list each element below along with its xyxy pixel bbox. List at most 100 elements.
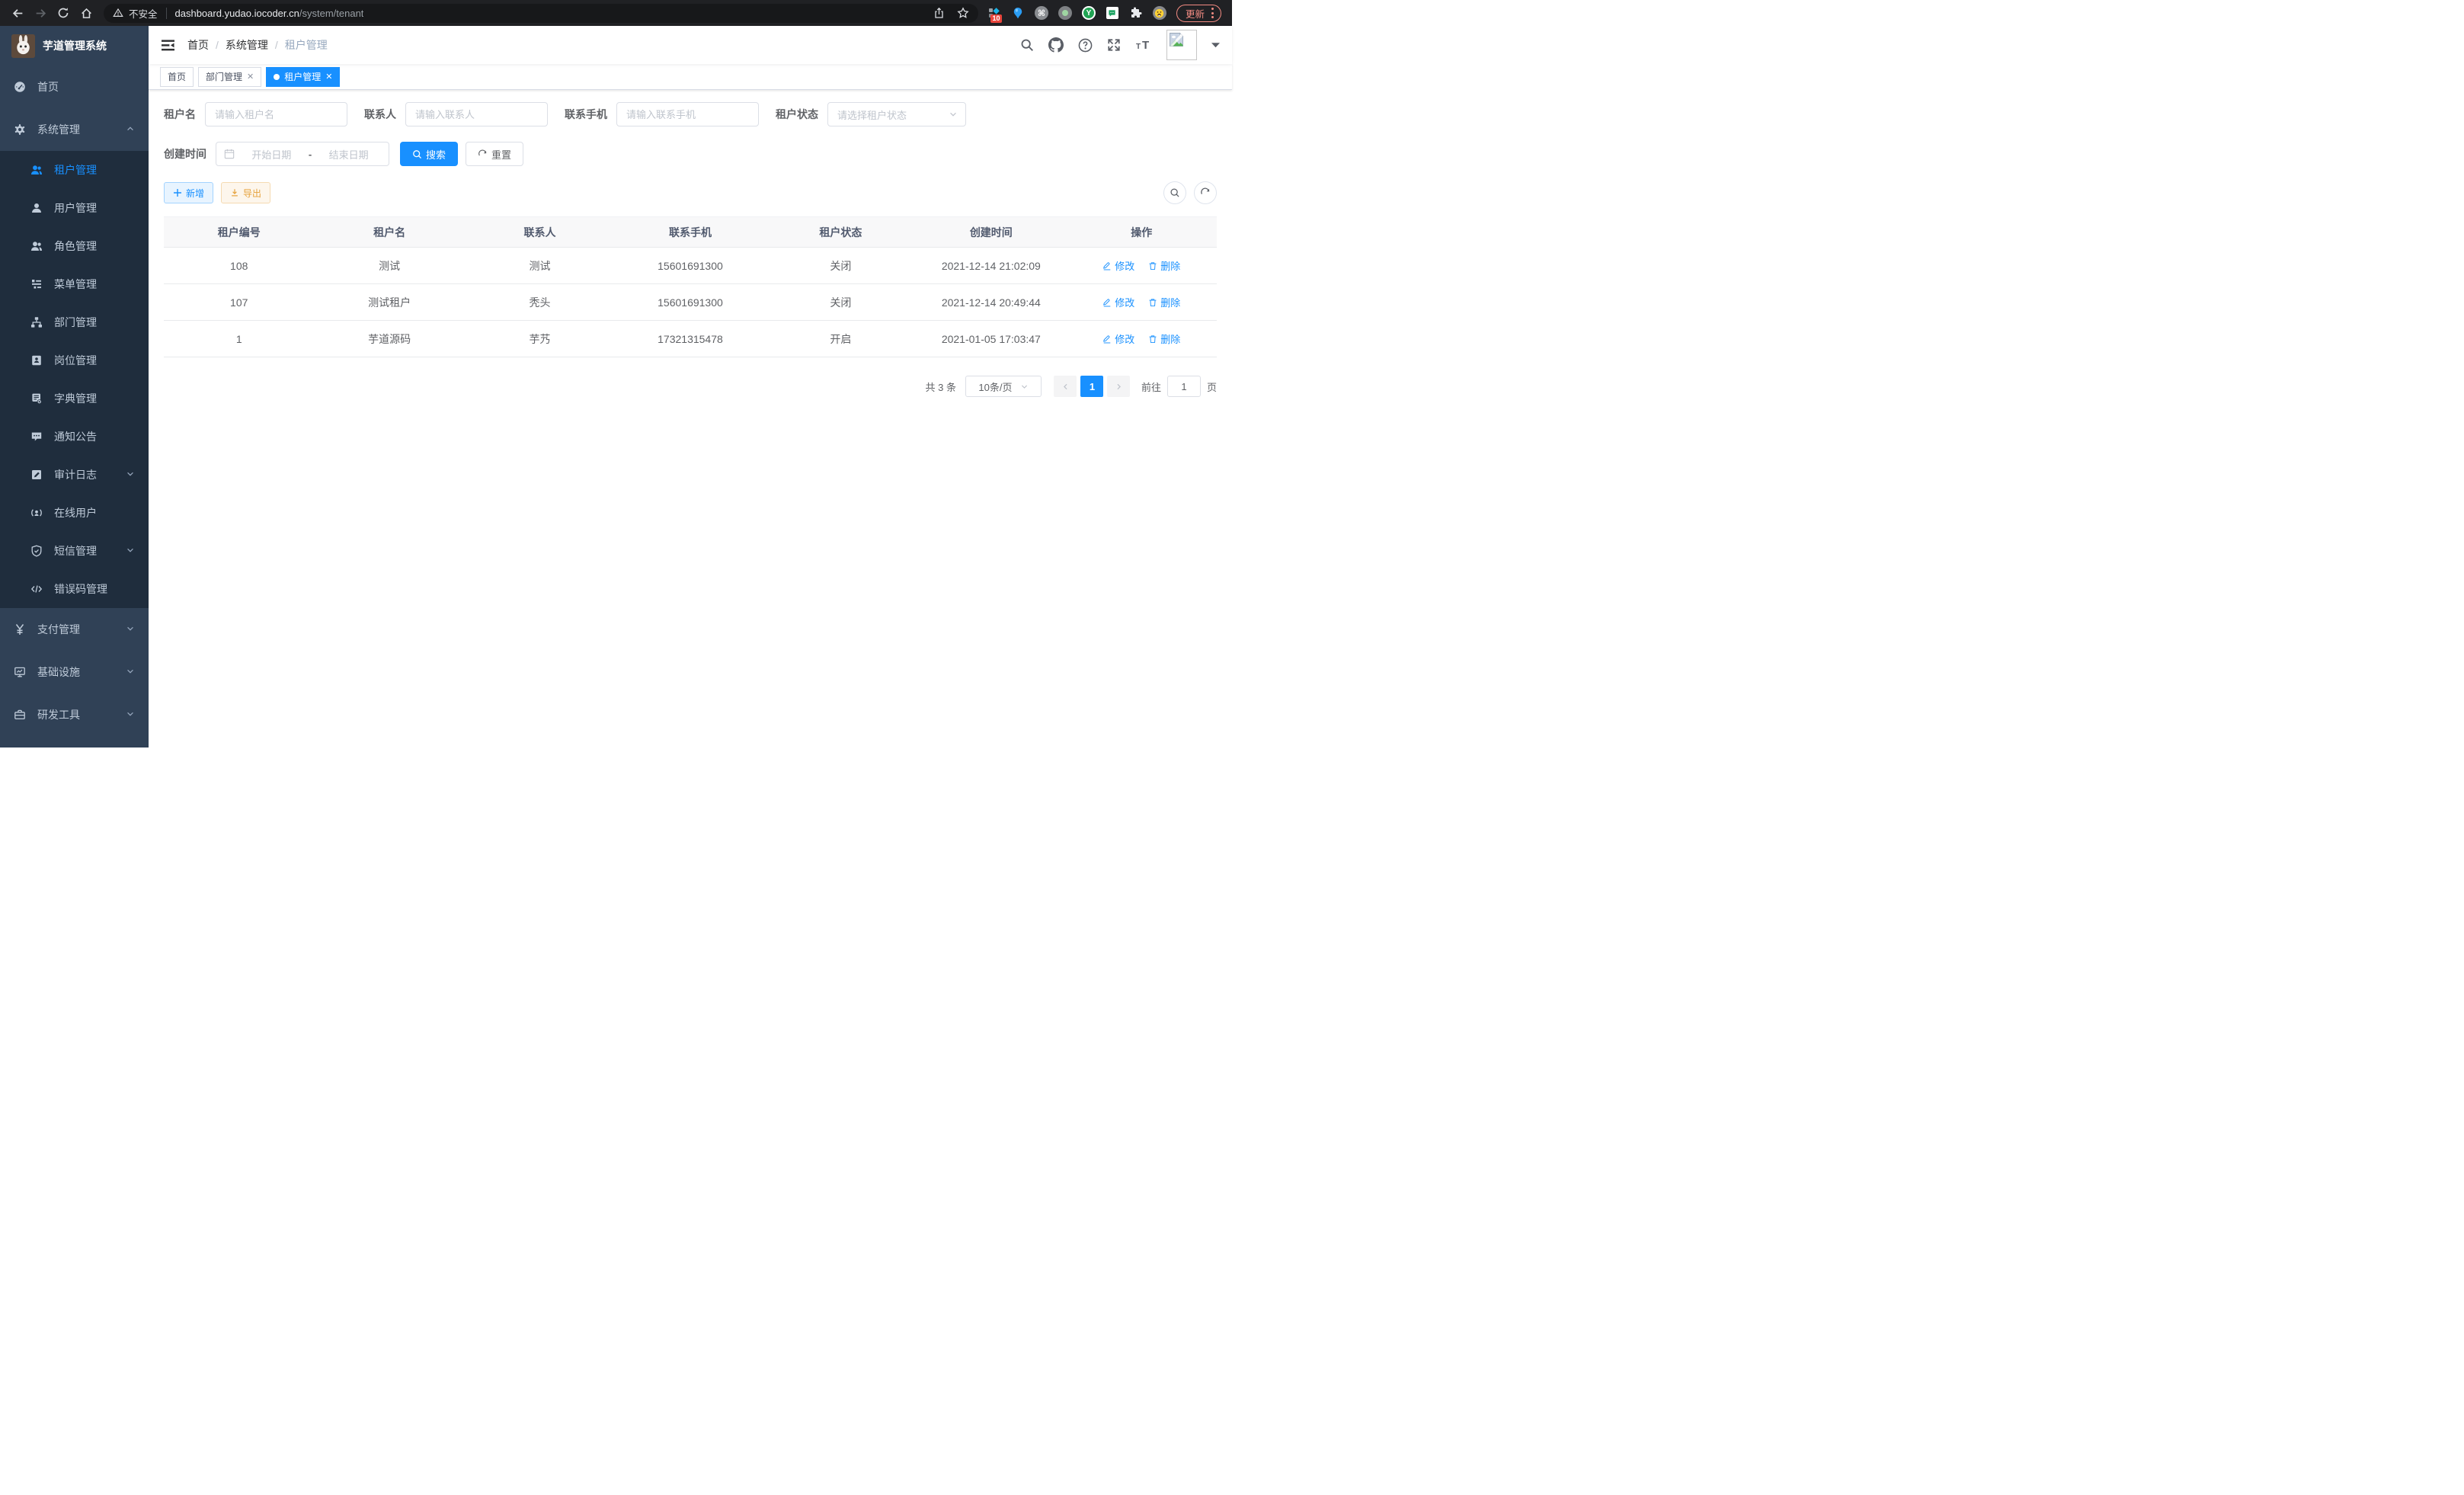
edit-link[interactable]: 修改 [1102,295,1134,309]
delete-link[interactable]: 删除 [1148,331,1180,346]
breadcrumb-home[interactable]: 首页 [187,37,209,53]
browser-home-icon[interactable] [76,3,96,23]
sidebar-item-sms[interactable]: 短信管理 [0,532,149,570]
sidebar-item-notice[interactable]: 通知公告 [0,418,149,456]
sidebar-item-post[interactable]: 岗位管理 [0,341,149,379]
goto-page-input[interactable] [1167,376,1201,397]
date-range-picker[interactable]: 开始日期 - 结束日期 [216,142,389,166]
browser-back-icon[interactable] [8,3,27,23]
cell-tenant-id: 1 [164,321,314,357]
table-header-row: 租户编号 租户名 联系人 联系手机 租户状态 创建时间 操作 [164,217,1217,248]
delete-link[interactable]: 删除 [1148,295,1180,309]
status-label: 租户状态 [776,107,818,122]
pagination-total: 共 3 条 [926,379,956,394]
extensions-puzzle-icon[interactable] [1129,6,1143,20]
sidebar-item-system[interactable]: 系统管理 [0,108,149,151]
browser-toolbar: 不安全 dashboard.yudao.iocoder.cn/system/te… [0,0,1232,26]
sidebar-item-home[interactable]: 首页 [0,66,149,108]
status-placeholder: 请选择租户状态 [837,107,949,122]
table-row: 107 测试租户 秃头 15601691300 关闭 2021-12-14 20… [164,284,1217,321]
app-logo [11,34,35,58]
page-content: 租户名 联系人 联系手机 租户状态 请选择租户状态 [149,90,1232,748]
sidebar-item-dict[interactable]: 字典管理 [0,379,149,418]
trash-icon [1148,335,1157,344]
sidebar-item-error-code[interactable]: 错误码管理 [0,570,149,608]
app-logo-row[interactable]: 芋道管理系统 [0,26,149,66]
bookmark-star-icon[interactable] [957,7,969,19]
sidebar-item-pay[interactable]: 支付管理 [0,608,149,651]
sidebar-item-role[interactable]: 角色管理 [0,227,149,265]
edit-link[interactable]: 修改 [1102,331,1134,346]
browser-reload-icon[interactable] [53,3,73,23]
tab-dept[interactable]: 部门管理 ✕ [198,67,261,87]
cell-status: 关闭 [766,248,916,284]
cell-contact: 测试 [465,248,615,284]
fullscreen-icon[interactable] [1107,38,1121,52]
contact-input[interactable] [405,102,548,126]
refresh-icon [1200,187,1211,198]
refresh-table-button[interactable] [1194,181,1217,204]
edit-pencil-icon [1102,261,1112,271]
breadcrumb-system[interactable]: 系统管理 [226,37,268,53]
security-label: 不安全 [129,6,158,21]
sidebar-item-tenant[interactable]: 租户管理 [0,151,149,189]
browser-menu-icon[interactable] [1211,8,1214,18]
cell-tenant-id: 107 [164,284,314,321]
prev-page-button[interactable] [1054,376,1077,397]
tab-label: 部门管理 [206,70,242,83]
sidebar-item-menu[interactable]: 菜单管理 [0,265,149,303]
font-size-icon[interactable]: TT [1135,38,1152,52]
reset-button[interactable]: 重置 [466,142,523,166]
tenant-icon [30,164,43,176]
tab-home[interactable]: 首页 [160,67,194,87]
tab-tenant[interactable]: 租户管理 ✕ [266,67,340,87]
caret-down-icon[interactable] [1211,43,1220,48]
sidebar-item-user[interactable]: 用户管理 [0,189,149,227]
github-icon[interactable] [1048,37,1064,53]
sidebar-item-label: 审计日志 [54,467,97,482]
delete-link[interactable]: 删除 [1148,258,1180,273]
edit-link[interactable]: 修改 [1102,258,1134,273]
emoji-extension-icon[interactable] [1153,6,1166,20]
contact-label: 联系人 [364,107,396,122]
help-icon[interactable] [1078,38,1093,53]
share-icon[interactable] [933,7,945,19]
export-button[interactable]: 导出 [221,182,270,203]
security-chip[interactable]: 不安全 [113,6,158,21]
tab-close-icon[interactable]: ✕ [325,72,332,82]
search-button[interactable]: 搜索 [400,142,458,166]
browser-forward-icon[interactable] [30,3,50,23]
avatar[interactable] [1166,30,1197,60]
col-tenant-name: 租户名 [314,217,464,248]
sidebar-item-online-user[interactable]: 在线用户 [0,494,149,532]
command-extension-icon[interactable]: ⌘ [1035,6,1048,20]
tenant-name-input[interactable] [205,102,347,126]
mobile-input[interactable] [616,102,759,126]
dot-extension-icon[interactable] [1058,6,1072,20]
sidebar-item-dev-tools[interactable]: 研发工具 [0,693,149,736]
header-search-icon[interactable] [1020,38,1034,52]
breadcrumb: 首页 / 系统管理 / 租户管理 [187,37,328,53]
y-extension-icon[interactable]: Y [1082,6,1096,20]
col-contact: 联系人 [465,217,615,248]
sidebar-item-label: 研发工具 [37,707,80,722]
create-time-label: 创建时间 [164,146,206,162]
page-number-1[interactable]: 1 [1080,376,1103,397]
chat-extension-icon[interactable] [1106,6,1119,20]
status-select[interactable]: 请选择租户状态 [827,102,966,126]
toggle-search-button[interactable] [1163,181,1186,204]
sidebar-item-dept[interactable]: 部门管理 [0,303,149,341]
broken-image-icon [1169,32,1184,47]
address-bar[interactable]: 不安全 dashboard.yudao.iocoder.cn/system/te… [104,4,978,23]
sidebar-item-infra[interactable]: 基础设施 [0,651,149,693]
add-button[interactable]: 新增 [164,182,213,203]
hamburger-icon[interactable] [161,39,175,52]
tab-close-icon[interactable]: ✕ [247,72,254,82]
screenshot-extension-icon[interactable]: 10 [987,6,1001,20]
page-size-select[interactable]: 10条/页 [965,376,1042,397]
calendar-icon [224,149,235,159]
browser-update-button[interactable]: 更新 [1176,5,1221,22]
balloon-extension-icon[interactable] [1011,6,1025,20]
next-page-button[interactable] [1107,376,1130,397]
sidebar-item-audit-log[interactable]: 审计日志 [0,456,149,494]
